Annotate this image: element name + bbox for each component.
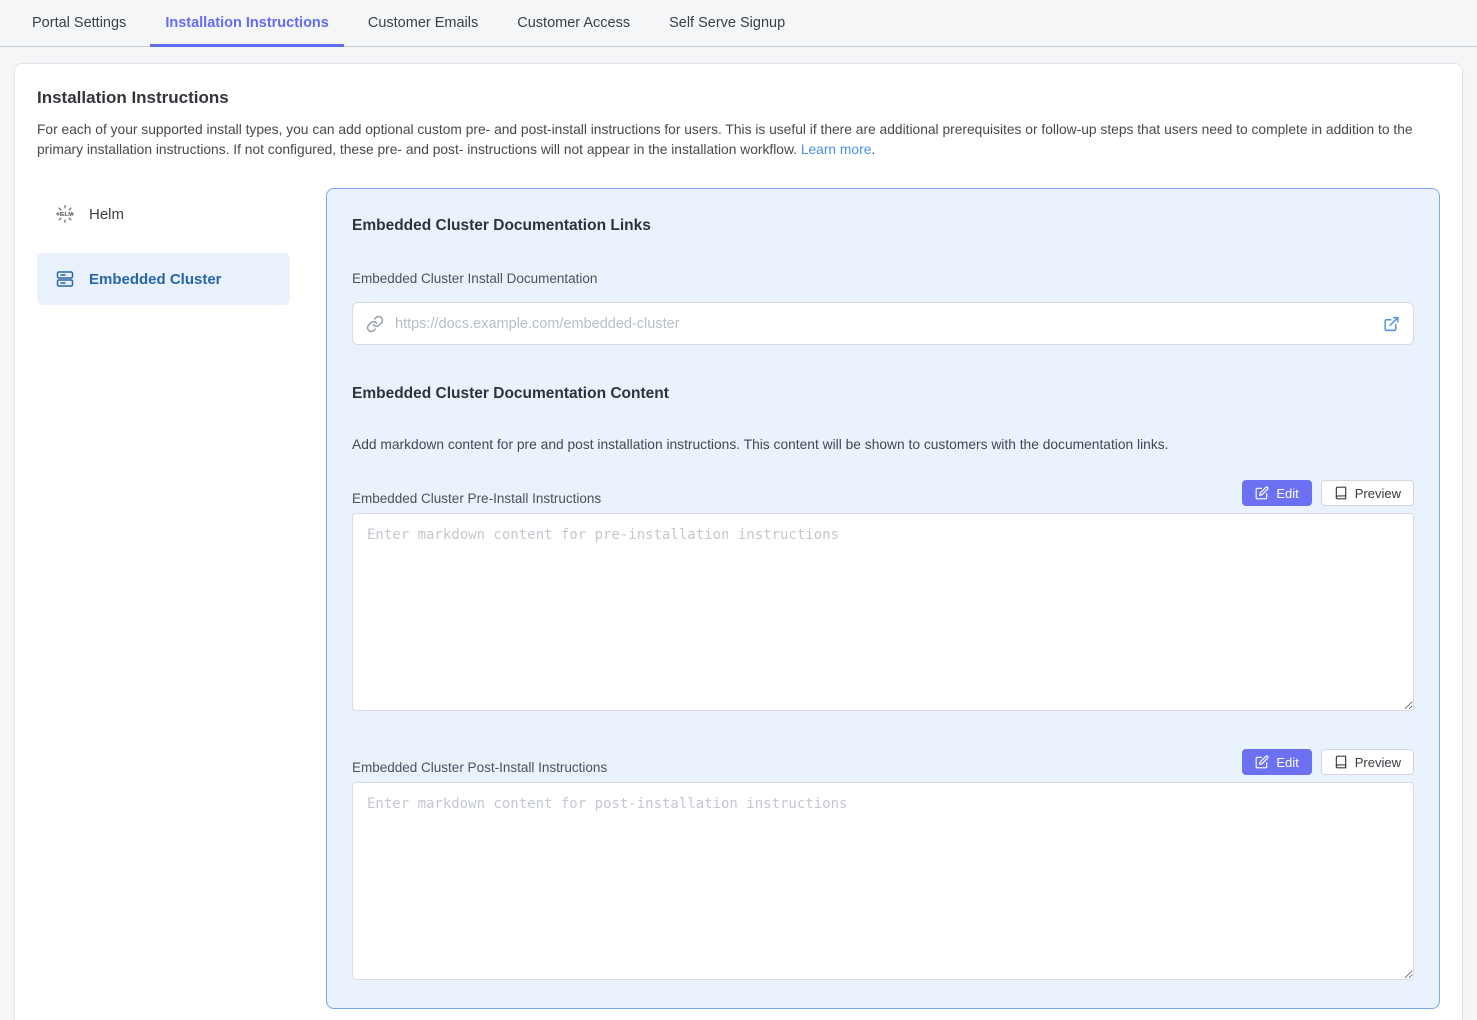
book-icon (1334, 486, 1348, 500)
edit-icon (1255, 486, 1269, 500)
page-description-text: For each of your supported install types… (37, 122, 1413, 157)
tab-customer-access[interactable]: Customer Access (502, 0, 645, 46)
post-install-edit-button[interactable]: Edit (1242, 749, 1311, 775)
links-section-heading: Embedded Cluster Documentation Links (352, 217, 1414, 235)
tab-bar: Portal Settings Installation Instruction… (0, 0, 1477, 47)
pre-install-edit-button[interactable]: Edit (1242, 480, 1311, 506)
pre-install-markdown-textarea[interactable] (352, 513, 1414, 711)
tab-portal-settings[interactable]: Portal Settings (17, 0, 141, 46)
install-types-content: HELM Helm Embedded Cluster Embedd (37, 188, 1440, 1009)
sidebar-item-embedded-cluster[interactable]: Embedded Cluster (37, 253, 290, 305)
learn-more-link[interactable]: Learn more (801, 142, 872, 157)
tab-customer-emails[interactable]: Customer Emails (353, 0, 493, 46)
post-install-mode-buttons: Edit Preview (1242, 749, 1414, 775)
content-section-description: Add markdown content for pre and post in… (352, 437, 1414, 452)
edit-button-label: Edit (1276, 755, 1298, 770)
post-install-markdown-textarea[interactable] (352, 782, 1414, 980)
post-install-header-row: Embedded Cluster Post-Install Instructio… (352, 749, 1414, 775)
preview-button-label: Preview (1355, 486, 1401, 501)
svg-text:HELM: HELM (57, 212, 73, 218)
tab-installation-instructions[interactable]: Installation Instructions (150, 0, 344, 46)
content-section-heading: Embedded Cluster Documentation Content (352, 385, 1414, 403)
pre-install-header-row: Embedded Cluster Pre-Install Instruction… (352, 480, 1414, 506)
main-card: Installation Instructions For each of yo… (14, 63, 1463, 1020)
embedded-cluster-panel: Embedded Cluster Documentation Links Emb… (326, 188, 1440, 1009)
install-doc-url-input[interactable] (352, 302, 1414, 345)
preview-button-label: Preview (1355, 755, 1401, 770)
install-type-nav: HELM Helm Embedded Cluster (37, 188, 290, 318)
server-stack-icon (55, 269, 75, 289)
page-description-period: . (871, 142, 875, 157)
sidebar-item-label: Helm (89, 206, 124, 223)
post-install-label: Embedded Cluster Post-Install Instructio… (352, 760, 607, 775)
book-icon (1334, 755, 1348, 769)
pre-install-preview-button[interactable]: Preview (1321, 480, 1414, 506)
install-doc-label: Embedded Cluster Install Documentation (352, 271, 1414, 286)
page-description: For each of your supported install types… (37, 120, 1440, 160)
edit-button-label: Edit (1276, 486, 1298, 501)
install-doc-url-field (352, 302, 1414, 345)
post-install-preview-button[interactable]: Preview (1321, 749, 1414, 775)
tab-self-serve-signup[interactable]: Self Serve Signup (654, 0, 800, 46)
helm-wheel-icon: HELM (55, 204, 75, 224)
sidebar-item-helm[interactable]: HELM Helm (37, 188, 290, 240)
edit-icon (1255, 755, 1269, 769)
link-icon (366, 315, 384, 333)
page-title: Installation Instructions (37, 88, 1440, 108)
pre-install-mode-buttons: Edit Preview (1242, 480, 1414, 506)
sidebar-item-label: Embedded Cluster (89, 271, 222, 288)
external-link-icon[interactable] (1383, 315, 1400, 332)
pre-install-label: Embedded Cluster Pre-Install Instruction… (352, 491, 601, 506)
